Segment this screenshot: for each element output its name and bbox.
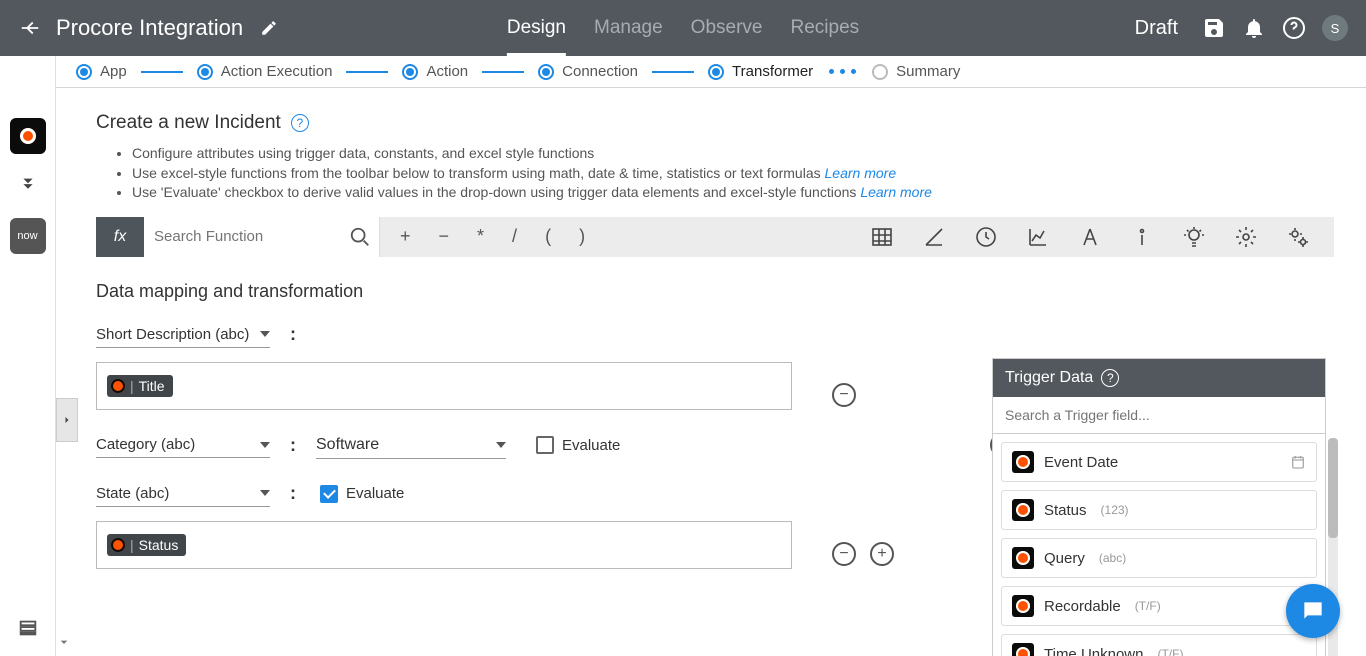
attr-select-short-description[interactable]: Short Description (abc)	[96, 322, 270, 348]
fx-text-icon[interactable]	[1078, 225, 1102, 249]
op-div[interactable]: /	[512, 226, 517, 247]
fx-badge-icon: fx	[96, 217, 144, 257]
attr-select-state[interactable]: State (abc)	[96, 481, 270, 507]
procore-dot-icon	[111, 379, 125, 393]
evaluate-label: Evaluate	[562, 437, 620, 454]
header-bar: Procore Integration Design Manage Observ…	[0, 0, 1366, 56]
fx-chart-icon[interactable]	[1026, 225, 1050, 249]
trigger-data-panel: Trigger Data ? Event Date Status (123)	[992, 358, 1326, 656]
tab-observe[interactable]: Observe	[691, 0, 763, 56]
chip-title[interactable]: |Title	[107, 375, 173, 397]
trigger-item-time-unknown[interactable]: Time Unknown (T/F)	[1001, 634, 1317, 656]
op-lparen[interactable]: (	[545, 226, 551, 247]
step-connection[interactable]: Connection	[538, 63, 638, 80]
remove-row-button[interactable]: −	[832, 542, 856, 566]
evaluate-checkbox-state[interactable]	[320, 485, 338, 503]
colon-label: :	[290, 435, 296, 456]
fx-idea-icon[interactable]	[1182, 225, 1206, 249]
mapping-title: Data mapping and transformation	[96, 281, 1334, 302]
fx-info-icon[interactable]	[1130, 225, 1154, 249]
edit-title-icon[interactable]	[257, 16, 281, 40]
trigger-item-status[interactable]: Status (123)	[1001, 490, 1317, 530]
procore-icon	[1012, 499, 1034, 521]
tab-manage[interactable]: Manage	[594, 0, 663, 56]
save-icon[interactable]	[1202, 16, 1226, 40]
rail-app-servicenow-icon[interactable]: now	[10, 218, 46, 254]
attr-select-category[interactable]: Category (abc)	[96, 432, 270, 458]
remove-row-button[interactable]: −	[832, 383, 856, 407]
user-avatar[interactable]: S	[1322, 15, 1348, 41]
trigger-item-event-date[interactable]: Event Date	[1001, 442, 1317, 482]
procore-icon	[1012, 451, 1034, 473]
step-action[interactable]: Action	[402, 63, 468, 80]
chevron-down-icon	[496, 442, 506, 448]
chevron-down-icon	[260, 490, 270, 496]
section-help-icon[interactable]: ?	[291, 114, 309, 132]
fx-search-input[interactable]	[144, 217, 380, 257]
header-tabs: Design Manage Observe Recipes	[507, 0, 859, 56]
bullet-3: Use 'Evaluate' checkbox to derive valid …	[132, 183, 1334, 203]
procore-icon	[1012, 643, 1034, 656]
expr-box-short-description[interactable]: |Title	[96, 362, 792, 410]
trigger-item-query[interactable]: Query (abc)	[1001, 538, 1317, 578]
step-summary[interactable]: Summary	[872, 63, 960, 80]
back-arrow-icon[interactable]	[18, 16, 42, 40]
evaluate-checkbox-category[interactable]	[536, 436, 554, 454]
colon-label: :	[290, 483, 296, 504]
collapse-caret-icon[interactable]	[56, 634, 72, 650]
step-action-execution[interactable]: Action Execution	[197, 63, 333, 80]
op-rparen[interactable]: )	[579, 226, 585, 247]
value-select-category[interactable]: Software	[316, 432, 506, 459]
stepper: App Action Execution Action Connection T…	[56, 56, 1366, 88]
procore-icon	[1012, 547, 1034, 569]
page-title: Procore Integration	[56, 15, 243, 41]
trigger-panel-title: Trigger Data	[1005, 369, 1093, 387]
fx-gear-sync-icon[interactable]	[1234, 225, 1258, 249]
evaluate-label: Evaluate	[346, 485, 404, 502]
trigger-search-input[interactable]	[993, 397, 1325, 434]
trigger-help-icon[interactable]: ?	[1101, 369, 1119, 387]
chat-fab[interactable]	[1286, 584, 1340, 638]
tab-recipes[interactable]: Recipes	[790, 0, 859, 56]
left-rail: now	[0, 56, 56, 656]
bullet-1: Configure attributes using trigger data,…	[132, 144, 1334, 164]
fx-clock-icon[interactable]	[974, 225, 998, 249]
fx-gears-icon[interactable]	[1286, 225, 1310, 249]
rail-layers-icon[interactable]	[10, 610, 46, 646]
trigger-item-recordable[interactable]: Recordable (T/F)	[1001, 586, 1317, 626]
status-label: Draft	[1135, 17, 1178, 40]
bullet-2: Use excel-style functions from the toolb…	[132, 164, 1334, 184]
learn-more-link-2[interactable]: Learn more	[860, 184, 932, 200]
section-title: Create a new Incident	[96, 112, 281, 134]
rail-expand-icon[interactable]	[10, 168, 46, 204]
chevron-down-icon	[260, 331, 270, 337]
chevron-down-icon	[260, 442, 270, 448]
op-plus[interactable]: +	[400, 226, 411, 247]
step-transformer[interactable]: Transformer	[708, 63, 813, 80]
expr-box-state[interactable]: |Status	[96, 521, 792, 569]
fx-angle-icon[interactable]	[922, 225, 946, 249]
op-mult[interactable]: *	[477, 226, 484, 247]
help-icon[interactable]	[1282, 16, 1306, 40]
add-row-button[interactable]: +	[870, 542, 894, 566]
step-more-icon	[829, 69, 856, 74]
calendar-icon	[1290, 454, 1306, 470]
fx-table-icon[interactable]	[870, 225, 894, 249]
fx-toolbar: fx + − * / ( )	[96, 217, 1334, 257]
bell-icon[interactable]	[1242, 16, 1266, 40]
procore-dot-icon	[111, 538, 125, 552]
search-icon	[349, 226, 371, 248]
fx-search-field[interactable]	[154, 228, 369, 245]
expand-sidebar-tab[interactable]	[56, 398, 78, 442]
learn-more-link-1[interactable]: Learn more	[825, 165, 897, 181]
step-app[interactable]: App	[76, 63, 127, 80]
colon-label: :	[290, 324, 296, 345]
tab-design[interactable]: Design	[507, 0, 566, 56]
procore-icon	[1012, 595, 1034, 617]
op-minus[interactable]: −	[439, 226, 450, 247]
chip-status[interactable]: |Status	[107, 534, 186, 556]
rail-app-procore-icon[interactable]	[10, 118, 46, 154]
